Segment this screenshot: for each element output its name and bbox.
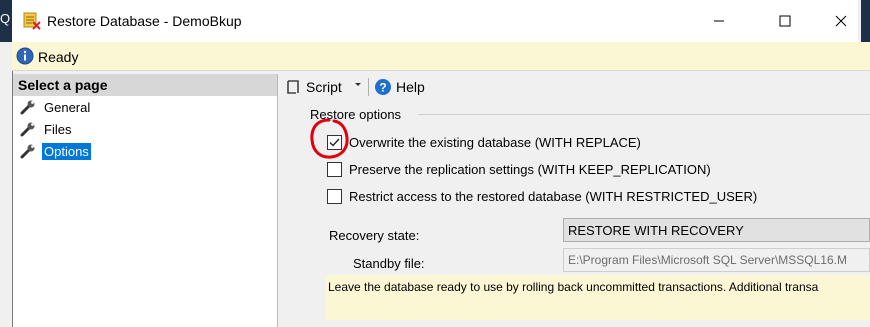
page-item-files[interactable]: Files [20, 119, 73, 139]
svg-text:?: ? [379, 81, 386, 95]
recovery-description: Leave the database ready to use by rolli… [326, 275, 870, 320]
status-bar [12, 42, 870, 71]
page-item-general[interactable]: General [20, 97, 92, 117]
standby-file-field: E:\Program Files\Microsoft SQL Server\MS… [563, 248, 870, 272]
background-app-text: Q [0, 11, 11, 26]
restore-database-icon [23, 12, 41, 30]
background-app-strip: Q [0, 0, 12, 42]
overwrite-label: Overwrite the existing database (WITH RE… [349, 135, 641, 150]
recovery-state-label: Recovery state: [329, 228, 420, 243]
wrench-icon [20, 144, 35, 159]
minimize-icon [714, 20, 724, 22]
chevron-down-icon[interactable] [354, 81, 362, 89]
restrict-access-checkbox[interactable] [327, 189, 342, 204]
group-divider [418, 114, 870, 115]
recovery-state-dropdown[interactable]: RESTORE WITH RECOVERY [563, 218, 870, 242]
maximize-icon [779, 15, 791, 27]
window-title: Restore Database - DemoBkup [47, 13, 242, 29]
preserve-replication-checkbox[interactable] [327, 162, 342, 177]
standby-file-label: Standby file: [353, 256, 425, 271]
help-icon[interactable]: ? [374, 78, 392, 96]
close-button[interactable] [818, 6, 864, 36]
restrict-access-label: Restrict access to the restored database… [349, 189, 758, 204]
select-page-header-text: Select a page [18, 77, 108, 93]
toolbar-separator [368, 78, 369, 96]
status-text: Ready [38, 49, 79, 65]
close-icon [835, 15, 847, 27]
maximize-button[interactable] [762, 6, 808, 36]
restrict-access-option[interactable]: Restrict access to the restored database… [327, 189, 757, 204]
page-item-label: General [44, 99, 91, 115]
preserve-replication-option[interactable]: Preserve the replication settings (WITH … [327, 162, 711, 177]
info-icon [16, 47, 34, 65]
annotation-circle [310, 118, 349, 159]
page-item-options[interactable]: Options [20, 141, 91, 161]
overwrite-option[interactable]: Overwrite the existing database (WITH RE… [327, 135, 641, 150]
page-item-label: Options [42, 142, 91, 160]
preserve-replication-label: Preserve the replication settings (WITH … [349, 162, 711, 177]
page-item-label: Files [44, 121, 72, 137]
script-icon[interactable] [284, 78, 302, 96]
help-button[interactable]: Help [396, 79, 425, 95]
wrench-icon [20, 122, 35, 137]
minimize-button[interactable] [696, 6, 742, 36]
script-button[interactable]: Script [306, 79, 342, 95]
wrench-icon [20, 100, 35, 115]
